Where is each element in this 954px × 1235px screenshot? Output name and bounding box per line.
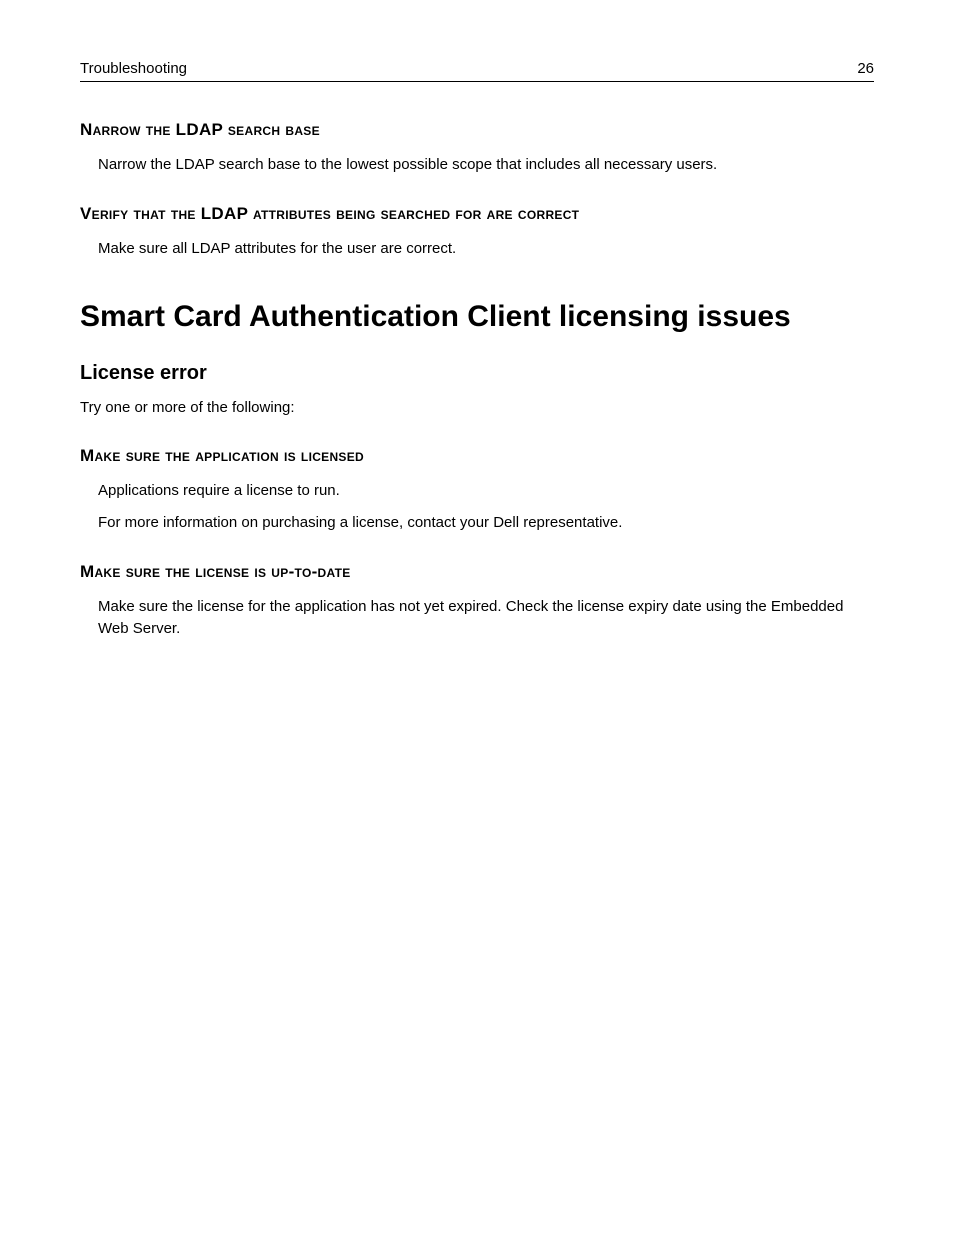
body-verify-ldap: Make sure all LDAP attributes for the us… (98, 238, 874, 260)
section-narrow-ldap: Narrow the LDAP search base Narrow the L… (80, 120, 874, 176)
section-verify-ldap: Verify that the LDAP attributes being se… (80, 204, 874, 260)
heading-license-error: License error (80, 362, 874, 385)
body-narrow-ldap: Narrow the LDAP search base to the lowes… (98, 154, 874, 176)
body-app-licensed-2: For more information on purchasing a lic… (98, 512, 874, 534)
section-app-licensed: Make sure the application is licensed Ap… (80, 446, 874, 534)
header-page-number: 26 (857, 60, 874, 77)
heading-license-uptodate: Make sure the license is up-to-date (80, 562, 874, 582)
document-page: Troubleshooting 26 Narrow the LDAP searc… (0, 0, 954, 1235)
body-license-uptodate: Make sure the license for the applicatio… (98, 596, 874, 640)
intro-license-error: Try one or more of the following: (80, 397, 874, 419)
page-header: Troubleshooting 26 (80, 60, 874, 82)
header-section-title: Troubleshooting (80, 60, 187, 77)
section-license-uptodate: Make sure the license is up-to-date Make… (80, 562, 874, 640)
main-title: Smart Card Authentication Client licensi… (80, 300, 874, 334)
heading-app-licensed: Make sure the application is licensed (80, 446, 874, 466)
heading-narrow-ldap: Narrow the LDAP search base (80, 120, 874, 140)
body-app-licensed-1: Applications require a license to run. (98, 480, 874, 502)
heading-verify-ldap: Verify that the LDAP attributes being se… (80, 204, 874, 224)
